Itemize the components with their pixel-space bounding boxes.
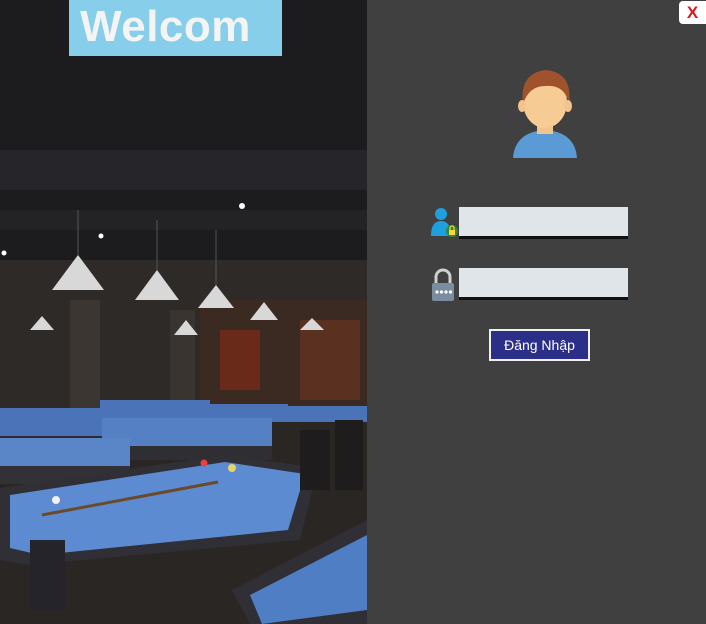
user-avatar-icon bbox=[513, 70, 577, 158]
billiard-hall-illustration bbox=[0, 0, 367, 624]
billiard-hall-image bbox=[0, 0, 367, 624]
login-button[interactable]: Đăng Nhập bbox=[489, 329, 590, 361]
welcome-banner: Welcom bbox=[69, 0, 282, 56]
padlock-icon bbox=[432, 268, 454, 301]
username-field[interactable] bbox=[459, 207, 628, 239]
close-button[interactable]: X bbox=[679, 1, 706, 24]
password-field[interactable] bbox=[459, 268, 628, 300]
user-lock-icon bbox=[431, 208, 458, 237]
